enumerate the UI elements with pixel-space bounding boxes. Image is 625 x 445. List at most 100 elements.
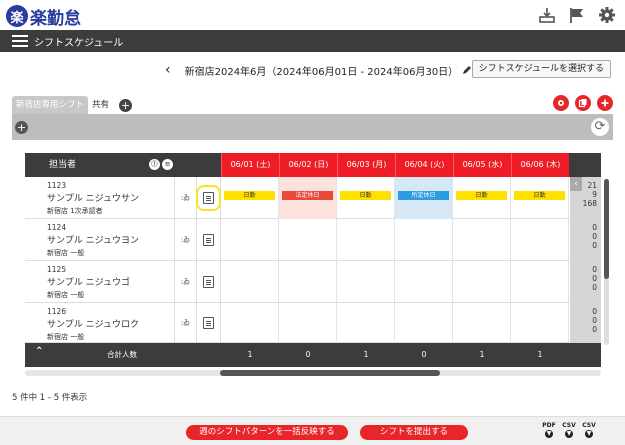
shift-cell[interactable] <box>395 303 453 343</box>
memo-icon[interactable] <box>203 317 214 329</box>
prev-period-icon[interactable]: ‹ <box>165 62 171 78</box>
employee-name[interactable]: サンプル ニジュウヨン <box>47 233 174 246</box>
horizontal-scrollbar[interactable] <box>25 370 601 376</box>
add-icon[interactable] <box>597 95 613 111</box>
memo-cell <box>196 177 221 219</box>
shift-cell[interactable]: 日勤 <box>453 177 511 219</box>
total-days: 0 <box>592 307 597 316</box>
shift-cell[interactable] <box>511 219 569 261</box>
app-root: 楽 楽勤怠 シフトスケジュール ‹ 新宿店2024年6月（2024年06月01日… <box>0 0 625 445</box>
memo-icon[interactable] <box>203 276 214 288</box>
edit-pencil-icon[interactable] <box>462 65 472 75</box>
shift-cell[interactable] <box>453 303 511 343</box>
logo-mark: 楽 <box>6 5 28 27</box>
inbox-icon[interactable] <box>537 5 557 25</box>
header-day: 06/02 (日) <box>279 153 337 177</box>
horizontal-scroll-thumb[interactable] <box>220 370 440 376</box>
memo-icon[interactable] <box>203 234 214 246</box>
shift-cell[interactable] <box>221 303 279 343</box>
apply-pattern-button[interactable]: 週のシフトパターンを一括反映する <box>186 425 348 440</box>
shift-cell[interactable] <box>221 261 279 303</box>
shift-cell[interactable] <box>279 219 337 261</box>
status-icon[interactable]: :ゐ <box>175 219 197 261</box>
table-header: 担当者 ⓵ ≡ 06/01 (土) 06/02 (日) 06/03 (月) 06… <box>25 153 601 177</box>
action-icons <box>553 95 613 111</box>
shift-cell[interactable] <box>453 261 511 303</box>
employee-cell: 1126 サンプル ニジュウロク 新宿店 一般 <box>25 303 175 343</box>
employee-name[interactable]: サンプル ニジュウロク <box>47 317 174 330</box>
shift-cell[interactable]: 所定休日 <box>395 177 453 219</box>
employee-name[interactable]: サンプル ニジュウゴ <box>47 275 174 288</box>
totals-toggle-icon[interactable]: ‹ <box>570 177 582 191</box>
collapse-up-icon[interactable]: ⌃ <box>35 346 43 357</box>
total-hours: 168 <box>582 199 597 208</box>
shift-cell[interactable] <box>221 219 279 261</box>
menu-icon[interactable] <box>12 35 28 47</box>
total-hours: 0 <box>592 283 597 292</box>
status-icon[interactable]: :ゐ <box>175 261 197 303</box>
shift-cell[interactable] <box>511 303 569 343</box>
header-day: 06/01 (土) <box>221 153 279 177</box>
csv-label-2: CSV <box>582 422 596 429</box>
shift-cell[interactable] <box>337 303 395 343</box>
period-text: 新宿店2024年6月（2024年06月01日 - 2024年06月30日） <box>184 66 459 78</box>
total-days: 0 <box>592 223 597 232</box>
shift-cell[interactable] <box>337 261 395 303</box>
submit-shift-button[interactable]: シフトを提出する <box>360 425 468 440</box>
shift-cell[interactable]: 日勤 <box>337 177 395 219</box>
flag-icon[interactable] <box>567 5 587 25</box>
vertical-scrollbar[interactable] <box>604 179 609 345</box>
shift-cell[interactable] <box>279 261 337 303</box>
shift-badge: 日勤 <box>514 191 565 200</box>
shift-cell[interactable] <box>511 261 569 303</box>
tab-shinjuku-shift[interactable]: 新宿店専用シフト <box>12 96 89 114</box>
sort-number-icon[interactable]: ⓵ <box>149 159 160 170</box>
memo-icon[interactable] <box>196 185 221 211</box>
pdf-download-icon[interactable]: PDF ▼ <box>540 422 558 442</box>
logo-text: 楽勤怠 <box>30 8 81 29</box>
header-day: 06/05 (水) <box>453 153 511 177</box>
vertical-scroll-thumb[interactable] <box>604 179 609 279</box>
table-footer: ⌃ 合計人数 1 0 1 0 1 1 <box>25 343 601 367</box>
employee-cell: 1125 サンプル ニジュウゴ 新宿店 一般 <box>25 261 175 303</box>
period-row: ‹ 新宿店2024年6月（2024年06月01日 - 2024年06月30日） <box>165 62 472 78</box>
shift-cell[interactable] <box>395 261 453 303</box>
memo-cell <box>197 219 221 261</box>
table-row: 1125 サンプル ニジュウゴ 新宿店 一般 :ゐ 0 0 0 <box>25 261 601 303</box>
sort-filter-icon[interactable]: ≡ <box>162 159 173 170</box>
footer-total-value: 1 <box>479 350 485 359</box>
csv-download-icon[interactable]: CSV ▼ <box>560 422 578 442</box>
employee-org: 新宿店 一般 <box>47 291 85 299</box>
schedule-table: 担当者 ⓵ ≡ 06/01 (土) 06/02 (日) 06/03 (月) 06… <box>25 153 601 367</box>
shift-cell[interactable] <box>395 219 453 261</box>
shift-cell[interactable]: 日勤 <box>511 177 569 219</box>
tab-shared[interactable]: 共有 <box>88 96 114 114</box>
employee-code: 1124 <box>47 223 67 232</box>
shift-cell[interactable] <box>279 303 337 343</box>
add-tab-icon[interactable]: + <box>119 99 133 112</box>
totals-cell: 0 0 0 <box>570 219 601 261</box>
shift-badge: 法定休日 <box>282 191 333 200</box>
shift-badge: 日勤 <box>340 191 391 200</box>
app-logo[interactable]: 楽 楽勤怠 <box>6 4 81 29</box>
status-icon[interactable]: :ゐ <box>175 303 197 343</box>
status-icon[interactable]: :ゐ <box>175 177 197 219</box>
employee-cell: 1124 サンプル ニジュウヨン 新宿店 一般 <box>25 219 175 261</box>
select-schedule-button[interactable]: シフトスケジュールを選択する <box>471 60 611 78</box>
footer-total-label: 合計人数 <box>107 350 137 359</box>
shift-cell[interactable] <box>337 219 395 261</box>
csv-download-icon-2[interactable]: CSV ▼ <box>580 422 598 442</box>
total-holidays: 9 <box>592 190 597 199</box>
table-row: 1126 サンプル ニジュウロク 新宿店 一般 :ゐ 0 0 0 <box>25 303 601 343</box>
shift-cell[interactable]: 法定休日 <box>279 177 337 219</box>
copy-icon[interactable] <box>575 95 591 111</box>
shift-cell[interactable]: 日勤 <box>221 177 279 219</box>
totals-cell: 0 0 0 <box>570 303 601 343</box>
employee-name[interactable]: サンプル ニジュウサン <box>47 191 174 204</box>
refresh-icon[interactable]: ⟳ <box>591 118 609 136</box>
add-row-icon[interactable]: + <box>15 121 28 134</box>
shift-cell[interactable] <box>453 219 511 261</box>
gear-icon[interactable] <box>597 5 617 25</box>
header-day: 06/03 (月) <box>337 153 395 177</box>
settings-icon[interactable] <box>553 95 569 111</box>
